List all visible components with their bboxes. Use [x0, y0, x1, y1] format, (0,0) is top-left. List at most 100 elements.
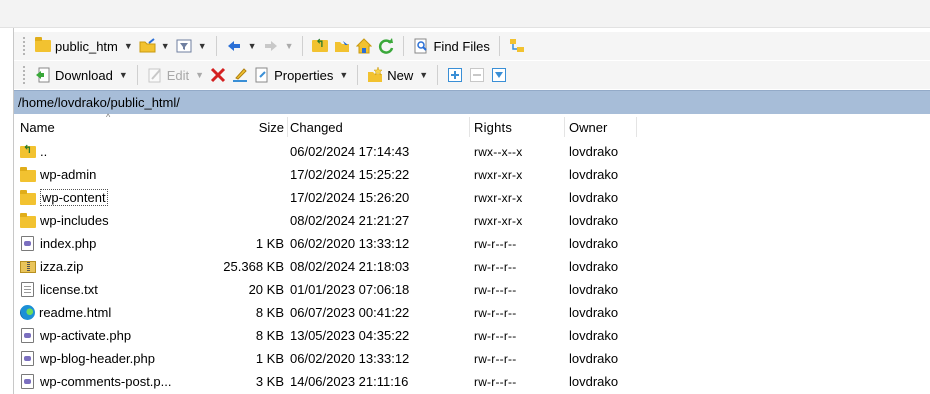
toolbar-separator [215, 36, 217, 56]
find-files-button[interactable]: Find Files [410, 34, 492, 58]
column-header-owner[interactable]: Owner [569, 120, 607, 135]
chevron-down-icon: ▼ [339, 70, 349, 80]
location-dropdown[interactable]: public_htm ▼ [32, 34, 136, 58]
file-name: index.php [40, 236, 97, 251]
column-divider[interactable] [287, 117, 288, 137]
column-header-name[interactable]: Name [20, 120, 55, 135]
toolbar-grip[interactable] [22, 65, 26, 85]
forward-button[interactable]: ▼ [260, 34, 297, 58]
file-row[interactable]: index.php 1 KB 06/02/2020 13:33:12 rw-r-… [14, 232, 930, 255]
arrow-right-icon [263, 38, 279, 54]
file-name: wp-content [40, 189, 108, 206]
window-title-strip [0, 0, 930, 28]
parent-folder-icon [312, 37, 329, 54]
file-size: 3 KB [255, 374, 284, 389]
back-button[interactable]: ▼ [223, 34, 260, 58]
file-owner: lovdrako [569, 236, 619, 251]
file-size: 1 KB [255, 236, 284, 251]
delete-x-icon [210, 67, 226, 83]
file-rights: rwxr-xr-x [474, 167, 523, 182]
chevron-down-icon: ▼ [247, 41, 257, 51]
file-changed: 08/02/2024 21:18:03 [290, 259, 410, 274]
file-rights: rw-r--r-- [474, 282, 517, 297]
file-rights: rw-r--r-- [474, 305, 517, 320]
file-rights: rw-r--r-- [474, 374, 517, 389]
file-name: wp-comments-post.p... [40, 374, 172, 389]
zip-file-icon [20, 260, 36, 273]
filter-button[interactable]: ▼ [173, 34, 210, 58]
chevron-down-icon: ▼ [195, 70, 205, 80]
file-changed: 06/02/2020 13:33:12 [290, 236, 410, 251]
column-header-size[interactable]: Size [259, 120, 284, 135]
toolbar-grip[interactable] [22, 36, 26, 56]
root-directory-button[interactable] [331, 34, 353, 58]
download-icon [35, 67, 51, 83]
file-changed: 06/02/2024 17:14:43 [290, 144, 410, 159]
properties-button[interactable]: Properties ▼ [251, 63, 351, 87]
column-header-rights[interactable]: Rights [474, 120, 512, 135]
sort-ascending-icon: ^ [106, 112, 111, 122]
edit-icon [147, 67, 163, 83]
file-owner: lovdrako [569, 351, 619, 366]
parent-folder-icon [20, 143, 36, 158]
rename-button[interactable] [229, 63, 251, 87]
navigation-toolbar: public_htm ▼ ▼ ▼ ▼ ▼ ↰ Find Files [14, 32, 930, 60]
open-folder-icon [139, 38, 156, 54]
file-row[interactable]: readme.html 8 KB 06/07/2023 00:41:22 rw-… [14, 301, 930, 324]
file-row[interactable]: wp-comments-post.p... 3 KB 14/06/2023 21… [14, 370, 930, 393]
file-size: 25.368 KB [223, 259, 284, 274]
properties-icon [254, 67, 270, 83]
file-rights: rw-r--r-- [474, 328, 517, 343]
php-file-icon [21, 328, 34, 343]
file-changed: 06/07/2023 00:41:22 [290, 305, 410, 320]
toolbar-separator [403, 36, 405, 56]
folder-icon [35, 37, 51, 54]
file-rights: rwxr-xr-x [474, 190, 523, 205]
new-button[interactable]: New ▼ [364, 63, 431, 87]
toolbar-separator [498, 36, 500, 56]
download-label: Download [55, 67, 113, 83]
file-actions-toolbar: Download ▼ Edit ▼ Properties ▼ New ▼ [14, 61, 930, 89]
file-owner: lovdrako [569, 374, 619, 389]
column-divider[interactable] [636, 117, 637, 137]
tree-view-button[interactable] [506, 34, 528, 58]
remote-file-panel: public_htm ▼ ▼ ▼ ▼ ▼ ↰ Find Files Downlo… [13, 28, 930, 394]
toolbar-separator [136, 65, 138, 85]
file-changed: 01/01/2023 07:06:18 [290, 282, 410, 297]
file-owner: lovdrako [569, 167, 619, 182]
column-divider[interactable] [469, 117, 470, 137]
file-row[interactable]: .. 06/02/2024 17:14:43 rwx--x--x lovdrak… [14, 140, 930, 163]
plus-icon [447, 67, 463, 83]
current-path-bar[interactable]: /home/lovdrako/public_html/ [14, 90, 930, 114]
refresh-button[interactable] [375, 34, 397, 58]
file-list: Name ^ Size Changed Rights Owner .. 06/0… [14, 112, 930, 393]
unselect-files-button[interactable] [466, 63, 488, 87]
delete-button[interactable] [207, 63, 229, 87]
open-directory-button[interactable]: ▼ [136, 34, 173, 58]
file-row[interactable]: wp-admin 17/02/2024 15:25:22 rwxr-xr-x l… [14, 163, 930, 186]
column-divider[interactable] [564, 117, 565, 137]
file-owner: lovdrako [569, 305, 619, 320]
chevron-down-icon: ▼ [197, 41, 207, 51]
home-directory-button[interactable] [353, 34, 375, 58]
root-folder-icon [334, 38, 350, 54]
file-row[interactable]: license.txt 20 KB 01/01/2023 07:06:18 rw… [14, 278, 930, 301]
select-files-button[interactable] [444, 63, 466, 87]
new-item-icon [367, 66, 383, 83]
parent-directory-button[interactable] [309, 34, 331, 58]
column-header-changed[interactable]: Changed [290, 120, 343, 135]
file-row[interactable]: izza.zip 25.368 KB 08/02/2024 21:18:03 r… [14, 255, 930, 278]
toolbar-separator [437, 65, 439, 85]
filter-select-button[interactable] [488, 63, 510, 87]
edit-button[interactable]: Edit ▼ [144, 63, 207, 87]
file-size: 1 KB [255, 351, 284, 366]
file-name: wp-admin [40, 167, 97, 182]
file-row[interactable]: wp-blog-header.php 1 KB 06/02/2020 13:33… [14, 347, 930, 370]
file-row[interactable]: wp-includes 08/02/2024 21:21:27 rwxr-xr-… [14, 209, 930, 232]
file-size: 20 KB [248, 282, 284, 297]
download-button[interactable]: Download ▼ [32, 63, 131, 87]
file-owner: lovdrako [569, 144, 619, 159]
file-row[interactable]: wp-content 17/02/2024 15:26:20 rwxr-xr-x… [14, 186, 930, 209]
file-row[interactable]: wp-activate.php 8 KB 13/05/2023 04:35:22… [14, 324, 930, 347]
filter-icon [491, 67, 507, 83]
